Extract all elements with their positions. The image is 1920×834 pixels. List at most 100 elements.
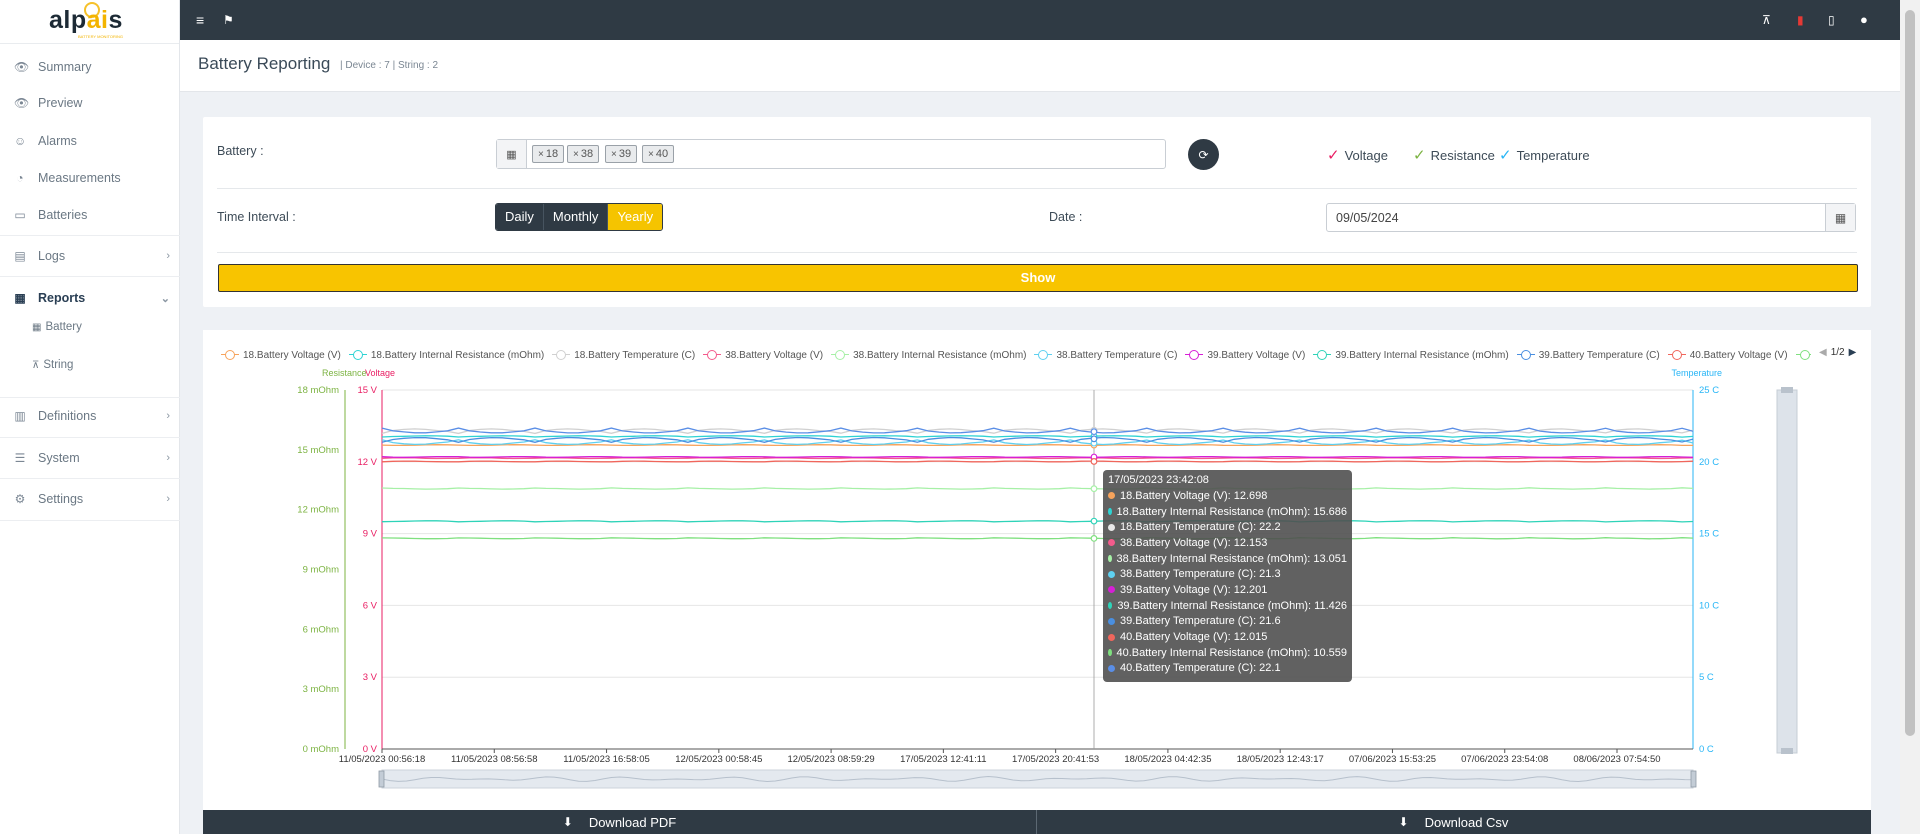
battery-icon: ▭: [14, 208, 26, 222]
sidebar-item-definitions[interactable]: ▥ Definitions ›: [0, 401, 180, 431]
series-dot: [1108, 633, 1115, 641]
sidebar-item-reports[interactable]: ▦ Reports ⌄: [0, 283, 180, 313]
sidebar-item-logs[interactable]: ▤ Logs ›: [0, 241, 180, 271]
user-icon[interactable]: ●: [1860, 12, 1868, 28]
legend-item[interactable]: 38.Battery Voltage (V): [703, 350, 823, 361]
battery-chip[interactable]: × 40: [642, 145, 675, 163]
tooltip-row: 39.Battery Temperature (C): 21.6: [1108, 614, 1347, 630]
tooltip-row-text: 18.Battery Voltage (V): 12.698: [1120, 489, 1268, 502]
check-icon: ✓: [1499, 146, 1512, 164]
logo[interactable]: alpais BATTERY MONITORING: [0, 0, 179, 44]
book-icon[interactable]: ▯: [1828, 12, 1835, 28]
tooltip-row-text: 38.Battery Voltage (V): 12.153: [1120, 536, 1268, 549]
tooltip-row-text: 38.Battery Temperature (C): 21.3: [1120, 568, 1281, 581]
divider: [217, 252, 1857, 253]
sidebar-item-label: Reports: [38, 291, 86, 305]
date-value: 09/05/2024: [1336, 211, 1399, 225]
tooltip-row-text: 40.Battery Internal Resistance (mOhm): 1…: [1116, 646, 1348, 659]
scrollbar-thumb[interactable]: [1905, 10, 1915, 736]
show-button[interactable]: Show: [218, 264, 1858, 292]
legend-item[interactable]: 18.Battery Voltage (V): [221, 350, 341, 361]
legend-item[interactable]: 40.Battery: [1795, 350, 1811, 361]
interval-yearly-button[interactable]: Yearly: [608, 204, 663, 230]
remove-icon[interactable]: ×: [573, 149, 579, 160]
divider: [0, 235, 180, 236]
interval-daily-button[interactable]: Daily: [496, 204, 544, 230]
legend-swatch: [1667, 350, 1686, 360]
interval-toggle: Daily Monthly Yearly: [495, 203, 664, 231]
download-pdf-label: Download PDF: [588, 814, 677, 830]
sidebar-subitem-label: String: [43, 359, 74, 371]
sidebar-item-label: Summary: [38, 60, 92, 74]
divider: [0, 478, 180, 479]
calendar-icon[interactable]: ▦: [1825, 204, 1855, 231]
sidebar-subitem-string[interactable]: ⊼ String: [32, 359, 73, 371]
legend-swatch: [1034, 350, 1053, 360]
tooltip-row: 38.Battery Temperature (C): 21.3: [1108, 566, 1347, 582]
series-dot: [1108, 602, 1113, 610]
sidebar-item-preview[interactable]: 👁 Preview: [0, 88, 180, 118]
check-icon: ✓: [1327, 146, 1340, 164]
legend-item[interactable]: 18.Battery Temperature (C): [552, 350, 695, 361]
legend-next-icon[interactable]: ▶: [1849, 347, 1857, 358]
battery-chip[interactable]: × 18: [532, 145, 565, 163]
legend-item[interactable]: 39.Battery Voltage (V): [1185, 350, 1305, 361]
download-csv-button[interactable]: ⬇ Download Csv: [1037, 810, 1870, 834]
string-label: | String : 2: [392, 60, 439, 71]
sidebar-item-summary[interactable]: 👁 Summary: [0, 52, 180, 82]
tooltip-row-text: 40.Battery Voltage (V): 12.015: [1120, 631, 1268, 644]
interval-monthly-button[interactable]: Monthly: [543, 204, 609, 230]
legend-item[interactable]: 40.Battery Voltage (V): [1667, 350, 1788, 361]
sitemap-icon: ⊼: [32, 359, 40, 371]
alert-battery-icon[interactable]: ▮: [1797, 12, 1804, 28]
legend-item[interactable]: 38.Battery Temperature (C): [1034, 350, 1177, 361]
battery-chip[interactable]: × 39: [605, 145, 638, 163]
battery-label: Battery :: [217, 144, 264, 158]
sidebar-item-alarms[interactable]: ☺ Alarms: [0, 126, 180, 156]
flag-icon[interactable]: ⚑: [223, 12, 234, 28]
divider: [0, 276, 180, 277]
chevron-right-icon: ›: [166, 452, 170, 464]
legend-item[interactable]: 18.Battery Internal Resistance (mOhm): [348, 350, 544, 361]
voltage-check[interactable]: ✓ Voltage: [1327, 146, 1388, 164]
tooltip-row: 38.Battery Voltage (V): 12.153: [1108, 535, 1347, 551]
sidebar-item-batteries[interactable]: ▭ Batteries: [0, 200, 180, 230]
report-icon: ▦: [14, 291, 26, 305]
remove-icon[interactable]: ×: [611, 149, 617, 160]
user-alert-icon: ☺: [14, 134, 27, 148]
resistance-check[interactable]: ✓ Resistance: [1413, 146, 1495, 164]
divider: [0, 520, 180, 521]
sidebar-item-label: Batteries: [38, 208, 88, 222]
legend-prev-icon[interactable]: ◀: [1819, 347, 1827, 358]
sidebar-item-system[interactable]: ☰ System ›: [0, 443, 180, 473]
legend-label: 18.Battery Temperature (C): [574, 349, 696, 361]
menu-icon[interactable]: ≡: [196, 12, 204, 28]
filter-panel: Battery : ▦ × 18 × 38 × 39 × 40 ⟳ ✓ Voltage ✓…: [203, 117, 1871, 307]
sidebar-item-label: Alarms: [38, 134, 77, 148]
series-dot: [1108, 570, 1115, 578]
legend-swatch: [1795, 350, 1811, 360]
sidebar-subitem-battery[interactable]: ▦ Battery: [32, 321, 82, 333]
battery-multiselect[interactable]: ▦ × 18 × 38 × 39 × 40: [496, 139, 1166, 169]
sidebar-item-measurements[interactable]: ◔ Measurements: [0, 163, 180, 193]
device-label: | Device : 7: [340, 60, 390, 71]
chevron-right-icon: ›: [166, 410, 170, 422]
chart-panel: 18.Battery Voltage (V) 18.Battery Interna…: [203, 330, 1871, 810]
eye-icon: 👁: [14, 96, 30, 110]
gauge-icon: ◔: [16, 171, 24, 185]
sidebar-item-settings[interactable]: ⚙ Settings ›: [0, 484, 180, 514]
download-pdf-button[interactable]: ⬇ Download PDF: [203, 810, 1036, 834]
legend-pager: ◀ 1/2 ▶: [1819, 347, 1856, 358]
date-field[interactable]: 09/05/2024 ▦: [1326, 203, 1856, 232]
remove-icon[interactable]: ×: [538, 149, 544, 160]
legend-item[interactable]: 39.Battery Internal Resistance (mOhm): [1313, 350, 1509, 361]
sitemap-icon[interactable]: ⊼: [1762, 12, 1771, 28]
refresh-button[interactable]: ⟳: [1188, 139, 1219, 170]
page-scrollbar[interactable]: [1900, 0, 1920, 834]
temperature-check[interactable]: ✓ Temperature: [1499, 146, 1590, 164]
legend-item[interactable]: 39.Battery Temperature (C): [1516, 350, 1660, 361]
battery-chip[interactable]: × 38: [567, 145, 600, 163]
legend-item[interactable]: 38.Battery Internal Resistance (mOhm): [831, 350, 1026, 361]
remove-icon[interactable]: ×: [648, 149, 654, 160]
download-icon: ⬇: [1398, 815, 1409, 829]
